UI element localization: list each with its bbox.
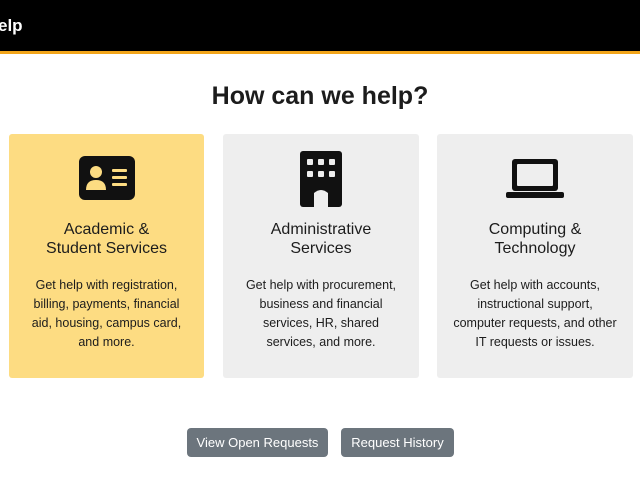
card-title: Computing & Technology xyxy=(488,221,582,257)
card-administrative-services[interactable]: Administrative Services Get help with pr… xyxy=(223,134,419,378)
laptop-icon xyxy=(506,159,564,198)
card-description: Get help with accounts, instructional su… xyxy=(453,278,617,349)
card-description: Get help with registration, billing, pay… xyxy=(31,278,182,349)
card-title: Academic & Student Services xyxy=(46,221,167,257)
card-description: Get help with procurement, business and … xyxy=(245,278,397,349)
card-title: Administrative Services xyxy=(270,221,372,257)
request-history-button[interactable]: Request History xyxy=(341,428,454,457)
card-computing-technology[interactable]: Computing & Technology Get help with acc… xyxy=(437,134,633,378)
view-open-requests-button[interactable]: View Open Requests xyxy=(187,428,328,457)
building-icon xyxy=(300,151,342,207)
top-bar: elp xyxy=(0,0,640,54)
page-heading: How can we help? xyxy=(211,82,429,110)
id-card-icon xyxy=(78,156,135,200)
card-academic-student-services[interactable]: Academic & Student Services Get help wit… xyxy=(9,134,204,378)
app-title: elp xyxy=(0,16,23,35)
